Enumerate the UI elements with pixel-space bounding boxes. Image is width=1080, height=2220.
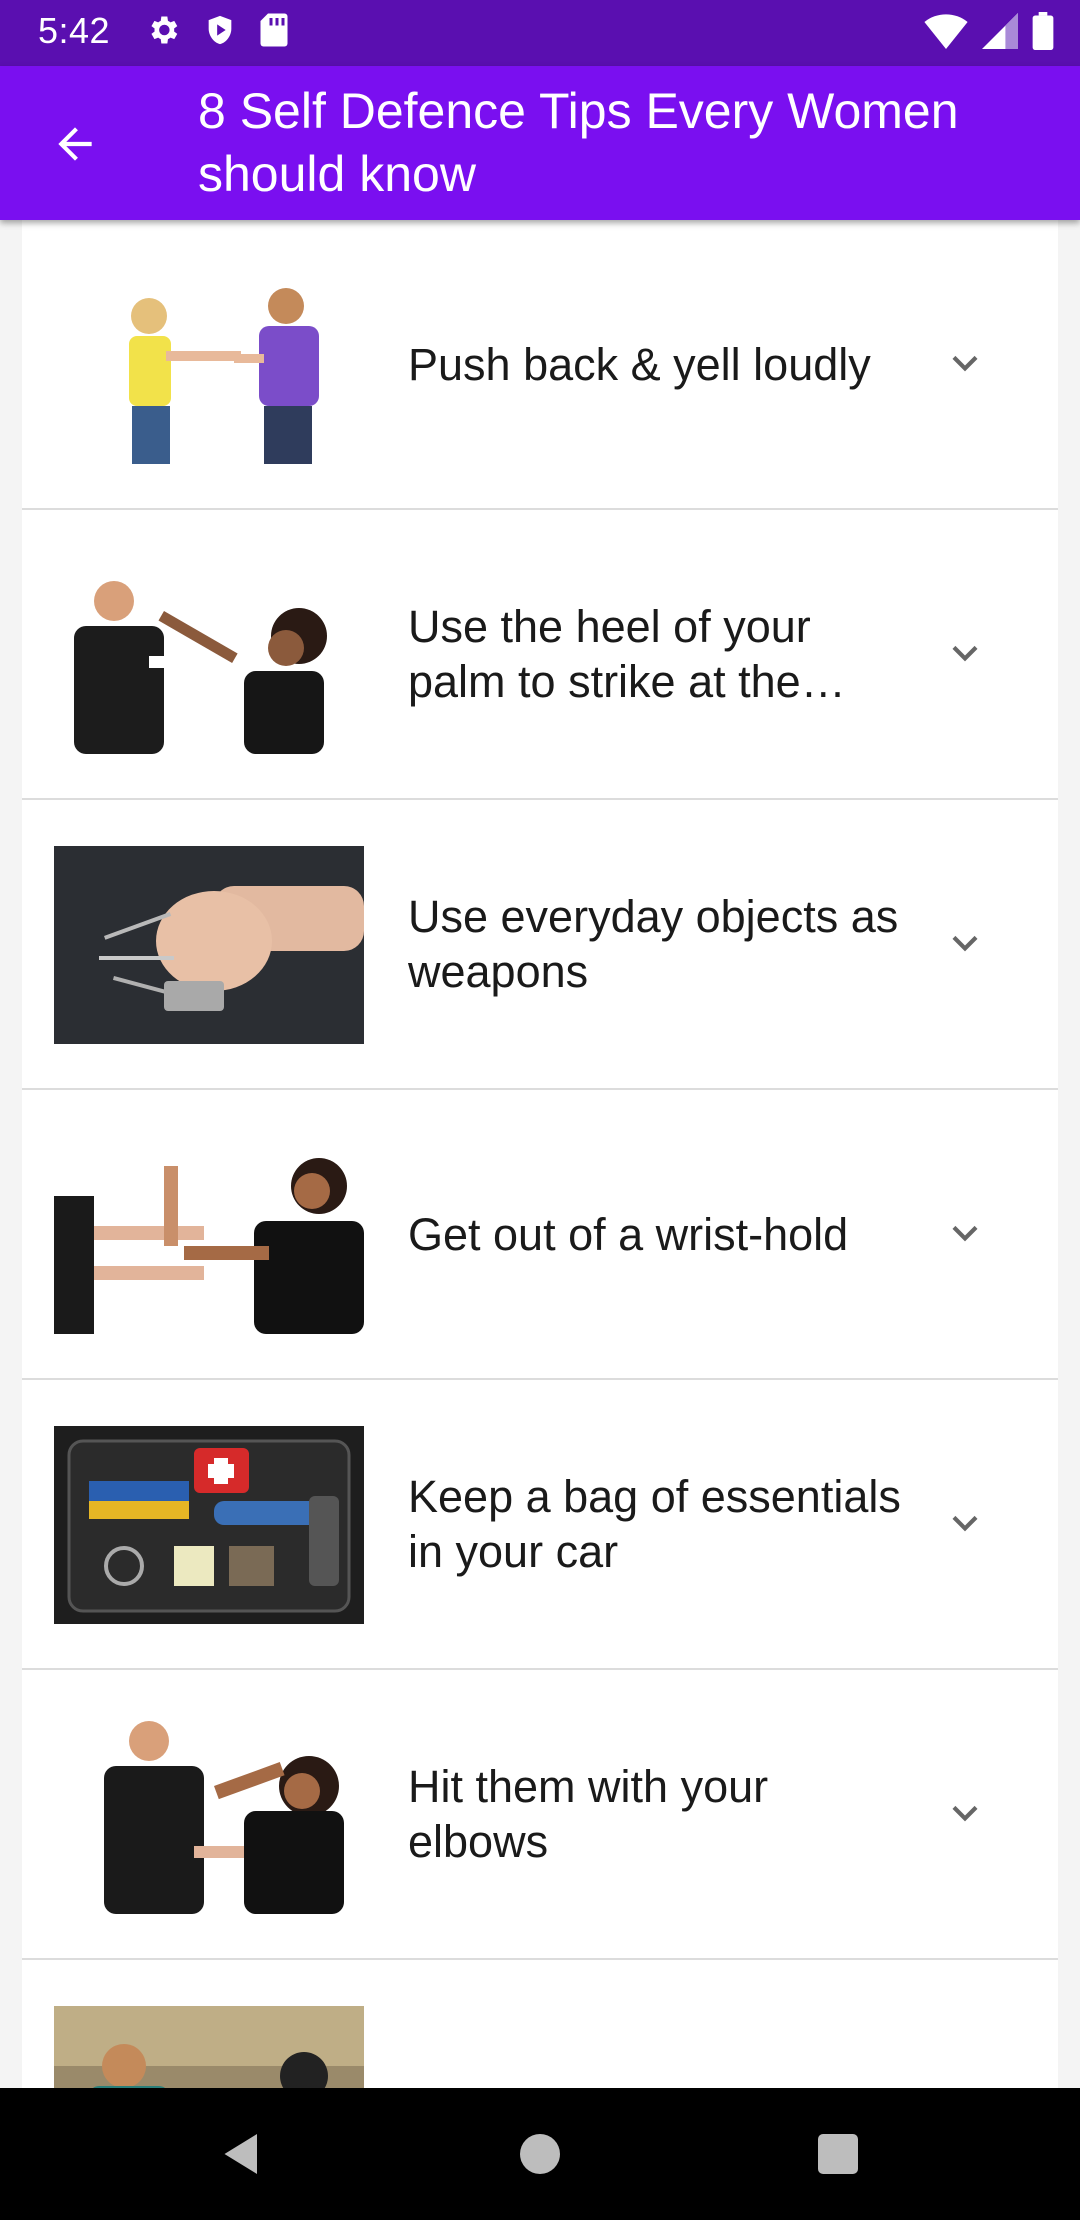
status-time: 5:42 (38, 10, 111, 51)
sd-card-icon (259, 12, 289, 53)
tip-card[interactable]: Get out of a wrist-hold (22, 1090, 1058, 1381)
chevron-down-icon[interactable] (940, 2078, 990, 2088)
chevron-down-icon[interactable] (940, 1208, 990, 1258)
status-bar: 5:42 (0, 0, 1080, 66)
tip-image-keys-in-fist (54, 846, 364, 1044)
tip-card[interactable]: Use the heel of your palm to strike at t… (22, 510, 1058, 801)
nav-back-button[interactable] (212, 2124, 272, 2184)
tip-title: Use pepper Spray (408, 1960, 908, 2089)
battery-icon (1032, 12, 1054, 55)
tip-title: Hit them with your elbows (408, 1761, 769, 1867)
tip-card[interactable]: Push back & yell loudly (22, 220, 1058, 511)
nav-home-button[interactable] (510, 2124, 570, 2184)
chevron-down-icon[interactable] (940, 338, 990, 388)
chevron-down-icon[interactable] (940, 628, 990, 678)
tip-image-elbow-strike (54, 1716, 364, 1914)
nav-home-icon (520, 2134, 560, 2174)
tip-image-wrist-hold (54, 1136, 364, 1334)
chevron-down-icon[interactable] (940, 1788, 990, 1838)
tip-image-emergency-bag (54, 1426, 364, 1624)
chevron-down-icon[interactable] (940, 918, 990, 968)
tip-title: Push back & yell loudly (408, 338, 871, 390)
tips-list[interactable]: Push back & yell loudly Use the heel of … (22, 220, 1058, 2088)
page-title: 8 Self Defence Tips Every Women should k… (198, 83, 959, 202)
tip-title: Keep a bag of essentials in your car (408, 1471, 901, 1577)
nav-back-icon (224, 2134, 257, 2174)
shield-icon (203, 12, 237, 53)
back-arrow-icon (58, 127, 92, 161)
back-button[interactable] (36, 112, 116, 176)
app-bar: 8 Self Defence Tips Every Women should k… (0, 66, 1080, 220)
wifi-icon (924, 13, 968, 54)
tip-image-pepper-spray (54, 2006, 364, 2088)
tip-card[interactable]: Hit them with your elbows (22, 1670, 1058, 1961)
nav-recents-button[interactable] (808, 2124, 868, 2184)
tip-title: Use everyday objects as weapons (408, 891, 899, 997)
tip-title: Use the heel of your palm to strike at t… (408, 601, 811, 707)
tip-image-palm-strike (54, 556, 364, 754)
settings-icon (145, 12, 181, 53)
tip-image-push-back (54, 266, 364, 464)
tip-title: Get out of a wrist-hold (408, 1208, 849, 1260)
nav-recents-icon (818, 2134, 858, 2174)
tip-card[interactable]: Keep a bag of essentials in your car (22, 1380, 1058, 1671)
chevron-down-icon[interactable] (940, 1498, 990, 1548)
tip-card[interactable]: Use everyday objects as weapons (22, 800, 1058, 1091)
system-nav-bar (0, 2088, 1080, 2220)
signal-icon (982, 13, 1018, 54)
tip-card[interactable]: Use pepper Spray (22, 1960, 1058, 2088)
